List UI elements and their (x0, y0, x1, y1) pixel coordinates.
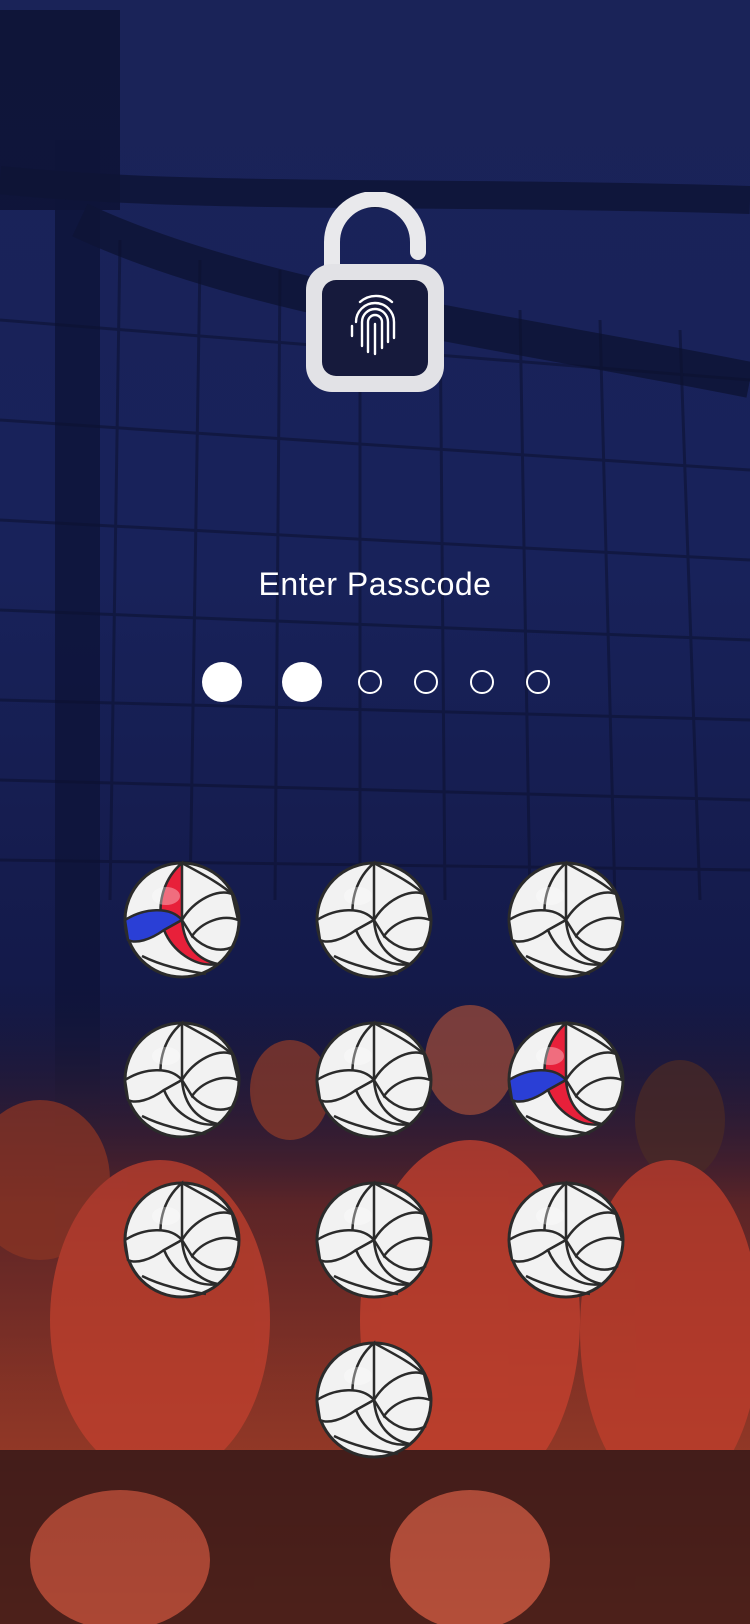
passcode-dot-empty (526, 670, 550, 694)
keypad-key-9[interactable] (506, 1180, 626, 1300)
keypad-key-8[interactable] (314, 1180, 434, 1300)
passcode-dot-empty (414, 670, 438, 694)
keypad-key-1[interactable] (122, 860, 242, 980)
passcode-indicator (0, 660, 750, 704)
keypad-key-3[interactable] (506, 860, 626, 980)
passcode-dot-empty (470, 670, 494, 694)
volleyball-icon (315, 1340, 433, 1459)
passcode-prompt: Enter Passcode (258, 566, 492, 602)
volleyball-icon (507, 1180, 625, 1299)
passcode-dot-filled (202, 662, 242, 702)
fingerprint-padlock-icon (300, 191, 450, 398)
volleyball-icon (315, 1180, 433, 1299)
volleyball-icon (123, 860, 241, 979)
volleyball-icon (315, 1020, 433, 1139)
passcode-dot-filled (282, 662, 322, 702)
keypad-key-6[interactable] (506, 1020, 626, 1140)
volleyball-icon (123, 1180, 241, 1299)
keypad-key-5[interactable] (314, 1020, 434, 1140)
keypad-key-2[interactable] (314, 860, 434, 980)
volleyball-icon (507, 1020, 625, 1139)
volleyball-icon (507, 860, 625, 979)
keypad-key-7[interactable] (122, 1180, 242, 1300)
volleyball-icon (315, 860, 433, 979)
keypad-key-4[interactable] (122, 1020, 242, 1140)
passcode-dot-empty (358, 670, 382, 694)
volleyball-icon (123, 1020, 241, 1139)
keypad-key-0[interactable] (314, 1340, 434, 1460)
